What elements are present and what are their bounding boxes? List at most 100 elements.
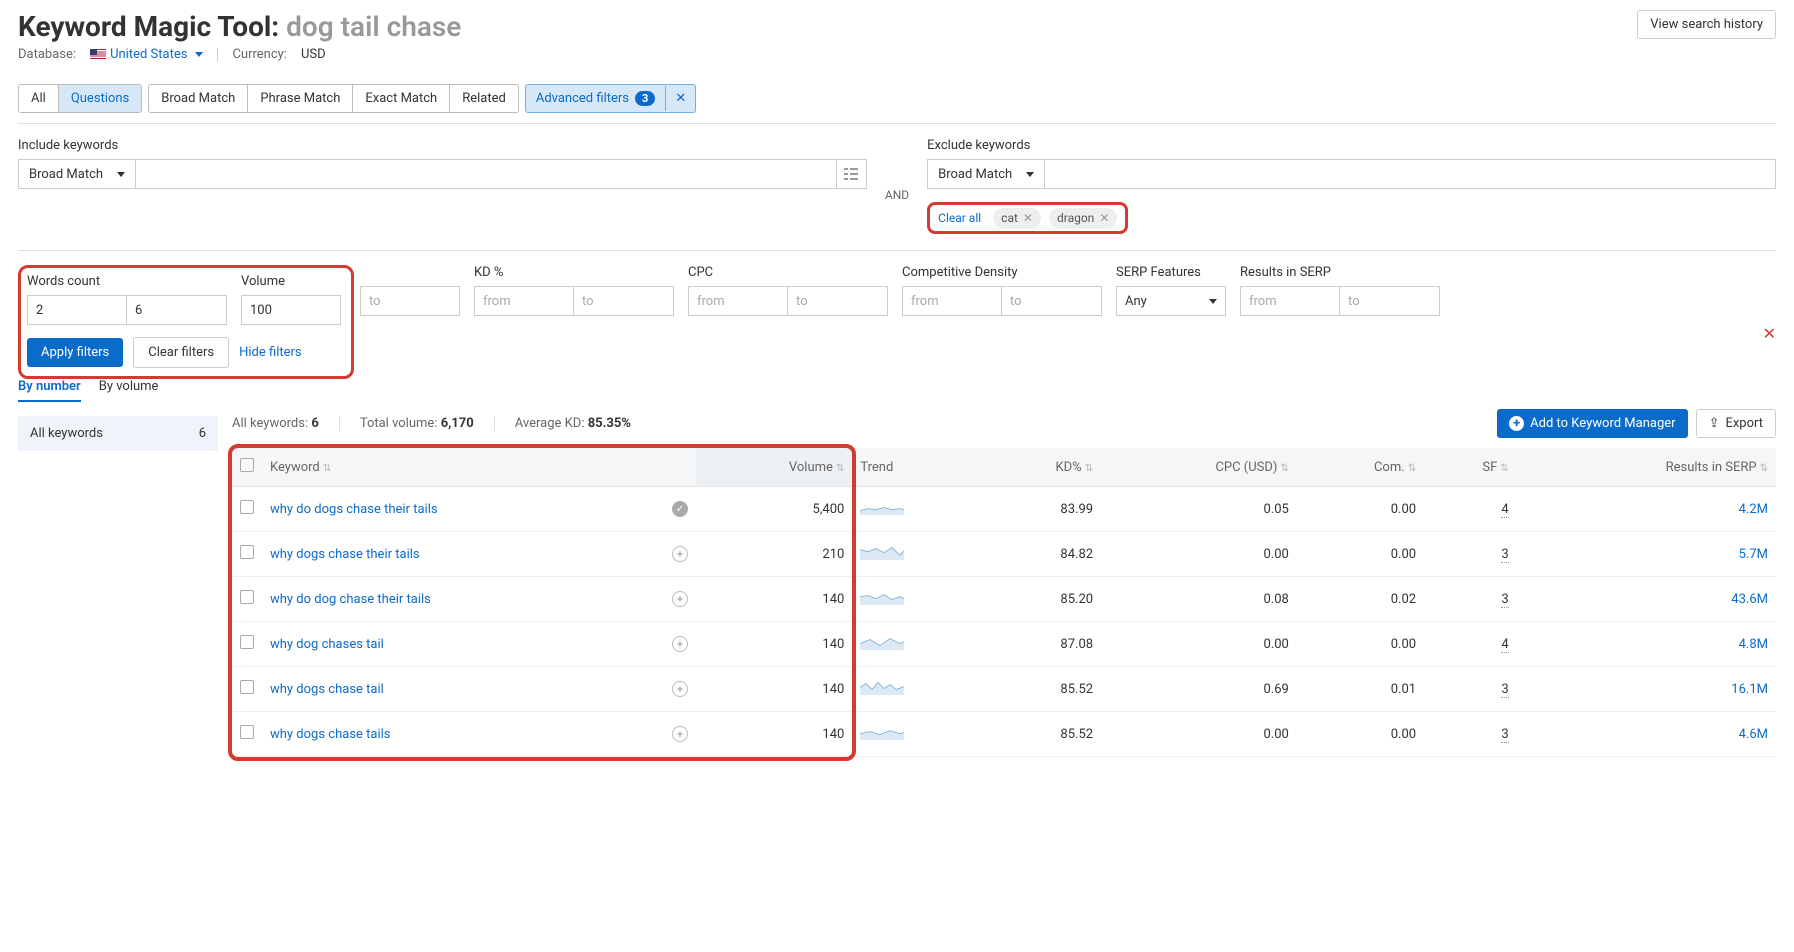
results-serp-cell[interactable]: 16.1M bbox=[1517, 667, 1776, 712]
tab-phrase-match[interactable]: Phrase Match bbox=[248, 85, 353, 112]
clear-filters-button[interactable]: Clear filters bbox=[133, 337, 229, 368]
add-keyword-icon[interactable]: + bbox=[672, 636, 688, 652]
keyword-link[interactable]: why dogs chase their tails bbox=[262, 532, 664, 577]
row-checkbox[interactable] bbox=[240, 500, 254, 514]
table-row: why dogs chase tail + 140 85.52 0.69 0.0… bbox=[232, 667, 1776, 712]
add-keyword-icon[interactable]: + bbox=[672, 681, 688, 697]
kd-cell: 85.52 bbox=[984, 667, 1101, 712]
table-row: why do dogs chase their tails ✓ 5,400 83… bbox=[232, 487, 1776, 532]
kd-cell: 84.82 bbox=[984, 532, 1101, 577]
row-checkbox[interactable] bbox=[240, 545, 254, 559]
list-icon[interactable] bbox=[837, 159, 867, 189]
words-from-input[interactable] bbox=[27, 295, 127, 325]
export-button[interactable]: ⇪ Export bbox=[1696, 409, 1776, 438]
serp-features-select[interactable]: Any bbox=[1116, 286, 1226, 316]
sf-cell[interactable]: 4 bbox=[1424, 487, 1517, 532]
col-sf[interactable]: SF⇅ bbox=[1424, 448, 1517, 487]
sf-cell[interactable]: 3 bbox=[1424, 532, 1517, 577]
trend-cell bbox=[852, 622, 983, 667]
serp-from-input[interactable] bbox=[1240, 286, 1340, 316]
cpc-cell: 0.08 bbox=[1101, 577, 1297, 622]
select-all-checkbox[interactable] bbox=[240, 458, 254, 472]
tab-all[interactable]: All bbox=[19, 85, 59, 112]
match-group-1: All Questions bbox=[18, 84, 142, 113]
add-keyword-icon[interactable]: + bbox=[672, 726, 688, 742]
keyword-link[interactable]: why do dogs chase their tails bbox=[262, 487, 664, 532]
keyword-link[interactable]: why dogs chase tail bbox=[262, 667, 664, 712]
results-serp-cell[interactable]: 4.6M bbox=[1517, 712, 1776, 757]
include-keywords-input[interactable] bbox=[136, 159, 837, 189]
com-cell: 0.00 bbox=[1297, 487, 1424, 532]
kd-cell: 87.08 bbox=[984, 622, 1101, 667]
com-cell: 0.00 bbox=[1297, 622, 1424, 667]
export-icon: ⇪ bbox=[1709, 416, 1720, 431]
col-results-serp[interactable]: Results in SERP⇅ bbox=[1517, 448, 1776, 487]
apply-filters-button[interactable]: Apply filters bbox=[27, 338, 123, 367]
col-keyword[interactable]: Keyword⇅ bbox=[262, 448, 664, 487]
kd-from-input[interactable] bbox=[474, 286, 574, 316]
keyword-link[interactable]: why do dog chase their tails bbox=[262, 577, 664, 622]
col-com[interactable]: Com.⇅ bbox=[1297, 448, 1424, 487]
row-checkbox[interactable] bbox=[240, 590, 254, 604]
advanced-filters-toggle[interactable]: Advanced filters 3 ✕ bbox=[525, 84, 696, 113]
cd-from-input[interactable] bbox=[902, 286, 1002, 316]
keyword-link[interactable]: why dogs chase tails bbox=[262, 712, 664, 757]
hide-filters-link[interactable]: Hide filters bbox=[239, 345, 302, 360]
sf-cell[interactable]: 3 bbox=[1424, 667, 1517, 712]
view-history-button[interactable]: View search history bbox=[1637, 10, 1776, 39]
sf-cell[interactable]: 3 bbox=[1424, 712, 1517, 757]
cpc-cell: 0.05 bbox=[1101, 487, 1297, 532]
cpc-cell: 0.00 bbox=[1101, 712, 1297, 757]
volume-to-input[interactable] bbox=[360, 286, 460, 316]
clear-all-excludes[interactable]: Clear all bbox=[938, 211, 981, 225]
row-checkbox[interactable] bbox=[240, 680, 254, 694]
remove-chip-dragon[interactable]: ✕ bbox=[1099, 211, 1109, 225]
include-match-select[interactable]: Broad Match bbox=[18, 159, 136, 189]
page-title: Keyword Magic Tool: dog tail chase bbox=[18, 10, 461, 43]
trend-cell bbox=[852, 712, 983, 757]
results-serp-cell[interactable]: 4.2M bbox=[1517, 487, 1776, 532]
remove-filters-icon[interactable]: ✕ bbox=[1763, 324, 1776, 343]
sidebar-all-keywords[interactable]: All keywords 6 bbox=[18, 416, 218, 451]
volume-cell: 5,400 bbox=[696, 487, 852, 532]
remove-chip-cat[interactable]: ✕ bbox=[1023, 211, 1033, 225]
row-checkbox[interactable] bbox=[240, 635, 254, 649]
tab-exact-match[interactable]: Exact Match bbox=[353, 85, 450, 112]
sf-cell[interactable]: 4 bbox=[1424, 622, 1517, 667]
kd-to-input[interactable] bbox=[574, 286, 674, 316]
advanced-filters-close[interactable]: ✕ bbox=[665, 86, 695, 111]
sidebar-tab-by-number[interactable]: By number bbox=[18, 379, 81, 402]
tab-broad-match[interactable]: Broad Match bbox=[149, 85, 248, 112]
cd-to-input[interactable] bbox=[1002, 286, 1102, 316]
volume-from-input[interactable] bbox=[241, 295, 341, 325]
keyword-link[interactable]: why dog chases tail bbox=[262, 622, 664, 667]
add-keyword-icon[interactable]: + bbox=[672, 591, 688, 607]
currency-label: Currency: bbox=[232, 47, 287, 62]
col-cpc[interactable]: CPC (USD)⇅ bbox=[1101, 448, 1297, 487]
tab-related[interactable]: Related bbox=[450, 85, 518, 112]
results-serp-cell[interactable]: 43.6M bbox=[1517, 577, 1776, 622]
sort-icon: ⇅ bbox=[836, 463, 844, 474]
exclude-chips-highlight: Clear all cat✕ dragon✕ bbox=[927, 202, 1128, 234]
row-checkbox[interactable] bbox=[240, 725, 254, 739]
serp-to-input[interactable] bbox=[1340, 286, 1440, 316]
exclude-keywords-input[interactable] bbox=[1045, 159, 1776, 189]
exclude-match-select[interactable]: Broad Match bbox=[927, 159, 1045, 189]
cpc-from-input[interactable] bbox=[688, 286, 788, 316]
tab-questions[interactable]: Questions bbox=[59, 85, 141, 112]
results-serp-cell[interactable]: 4.8M bbox=[1517, 622, 1776, 667]
database-select[interactable]: United States bbox=[90, 47, 203, 62]
include-keywords-label: Include keywords bbox=[18, 138, 867, 153]
table-row: why do dog chase their tails + 140 85.20… bbox=[232, 577, 1776, 622]
add-keyword-icon[interactable]: + bbox=[672, 546, 688, 562]
add-to-keyword-manager-button[interactable]: + Add to Keyword Manager bbox=[1497, 409, 1687, 438]
col-volume[interactable]: Volume⇅ bbox=[696, 448, 852, 487]
results-serp-cell[interactable]: 5.7M bbox=[1517, 532, 1776, 577]
cpc-to-input[interactable] bbox=[788, 286, 888, 316]
words-to-input[interactable] bbox=[127, 295, 227, 325]
compdensity-label: Competitive Density bbox=[902, 265, 1102, 280]
col-kd[interactable]: KD%⇅ bbox=[984, 448, 1101, 487]
volume-cell: 140 bbox=[696, 712, 852, 757]
sf-cell[interactable]: 3 bbox=[1424, 577, 1517, 622]
sidebar-tab-by-volume[interactable]: By volume bbox=[99, 379, 159, 402]
